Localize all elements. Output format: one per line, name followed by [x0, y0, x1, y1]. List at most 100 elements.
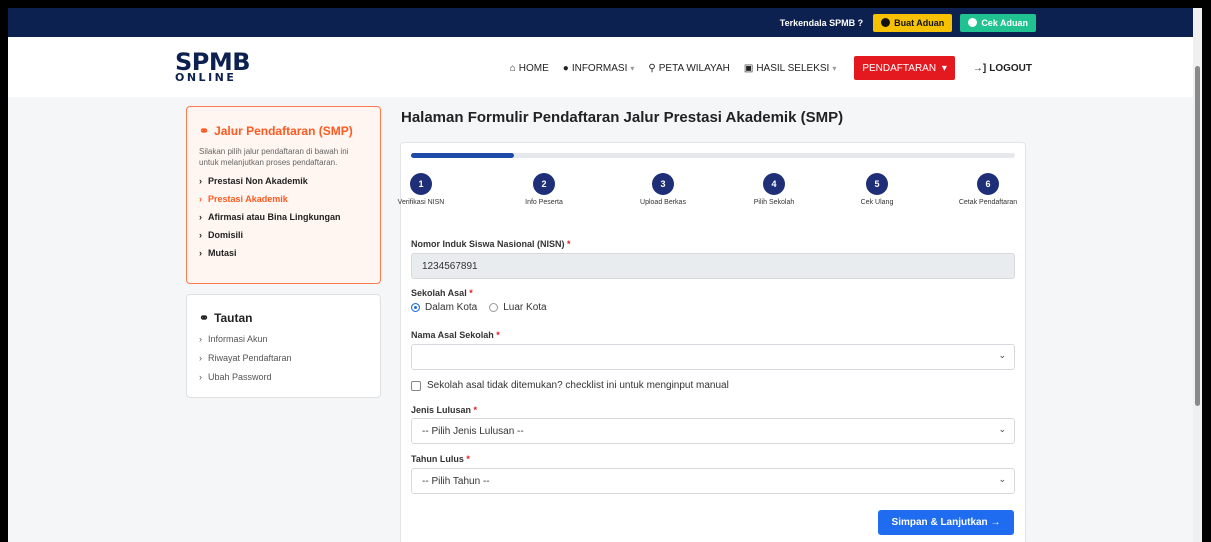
nav-informasi[interactable]: ● INFORMASI ▾ [563, 63, 635, 74]
sidebar-item-label: Afirmasi atau Bina Lingkungan [208, 212, 341, 222]
page-title: Halaman Formulir Pendaftaran Jalur Prest… [401, 109, 844, 126]
step-label: Upload Berkas [640, 199, 686, 206]
progress-fill [411, 153, 514, 158]
chevron-right-icon: › [199, 212, 202, 222]
sidebar-item-label: Mutasi [208, 248, 237, 258]
chevron-right-icon: › [199, 248, 202, 258]
sekolah-asal-label: Sekolah Asal * [411, 288, 473, 298]
sidebar-item-afirmasi[interactable]: › Afirmasi atau Bina Lingkungan [199, 212, 368, 222]
sidebar-item-label: Domisili [208, 230, 244, 240]
spmb-logo[interactable]: SPMB ONLINE [175, 50, 251, 83]
scrollbar-thumb[interactable] [1195, 66, 1200, 406]
required-mark: * [496, 330, 500, 340]
tautan-panel: ⚭ Tautan › Informasi Akun › Riwayat Pend… [186, 294, 381, 398]
home-icon: ⌂ [509, 62, 516, 74]
tahun-lulus-label: Tahun Lulus * [411, 454, 470, 464]
chevron-right-icon: › [199, 230, 202, 240]
nav-pendaftaran[interactable]: PENDAFTARAN ▾ [854, 56, 955, 80]
link-icon: ⚭ [199, 311, 210, 325]
sidebar-item-prestasi-akademik[interactable]: › Prestasi Akademik [199, 194, 368, 204]
progress-bar [411, 153, 1015, 158]
jalur-panel-title: ⚭ Jalur Pendaftaran (SMP) [199, 124, 368, 138]
nav-peta-wilayah[interactable]: ⚲ PETA WILAYAH [648, 63, 729, 74]
nisn-label-text: Nomor Induk Siswa Nasional (NISN) [411, 239, 565, 249]
chevron-down-icon: ▾ [630, 63, 635, 73]
chevron-down-icon: ⌄ [998, 474, 1006, 484]
link-ubah-password[interactable]: › Ubah Password [199, 372, 368, 382]
nav-menu: ⌂ HOME ● INFORMASI ▾ ⚲ PETA WILAYAH ▣ HA… [496, 56, 1032, 80]
step-1: 1 Verifikasi NISN [381, 173, 461, 206]
link-riwayat-pendaftaran[interactable]: › Riwayat Pendaftaran [199, 353, 368, 363]
registration-form-card: 1 Verifikasi NISN 2 Info Peserta 3 Uploa… [398, 142, 1028, 542]
buat-aduan-label: Buat Aduan [894, 17, 945, 28]
radio-luar-kota[interactable]: Luar Kota [489, 302, 547, 313]
manual-input-checkbox[interactable] [411, 380, 421, 391]
buat-aduan-button[interactable]: Buat Aduan [873, 13, 953, 32]
clipboard-icon: ▣ [743, 62, 754, 74]
step-5: 5 Cek Ulang [837, 173, 917, 206]
step-label: Cetak Pendaftaran [958, 199, 1018, 206]
chevron-right-icon: › [199, 353, 202, 363]
link-label: Ubah Password [208, 372, 272, 382]
tahun-lulus-select[interactable]: -- Pilih Tahun -- ⌄ [411, 468, 1015, 494]
chevron-right-icon: › [199, 194, 202, 204]
nav-hasil-label: HASIL SELEKSI [756, 62, 830, 74]
chevron-down-icon: ▾ [939, 62, 947, 74]
browser-viewport: Terkendala SPMB ? Buat Aduan Cek Aduan S… [8, 8, 1202, 542]
step-label: Info Peserta [525, 199, 563, 206]
sidebar-item-label: Prestasi Akademik [208, 194, 288, 204]
nav-home[interactable]: ⌂ HOME [510, 63, 549, 74]
jenis-lulusan-label-text: Jenis Lulusan [411, 405, 472, 415]
main-navbar: SPMB ONLINE ⌂ HOME ● INFORMASI ▾ ⚲ PETA … [8, 37, 1202, 97]
jalur-description: Silakan pilih jalur pendaftaran di bawah… [199, 147, 349, 167]
step-number: 1 [410, 173, 432, 195]
link-label: Riwayat Pendaftaran [208, 353, 292, 363]
nama-sekolah-label-text: Nama Asal Sekolah [411, 330, 494, 340]
link-informasi-akun[interactable]: › Informasi Akun [199, 334, 368, 344]
nisn-label: Nomor Induk Siswa Nasional (NISN) * [411, 239, 571, 249]
cek-aduan-label: Cek Aduan [981, 17, 1028, 28]
sekolah-asal-radio-group: Dalam Kota Luar Kota [411, 302, 547, 313]
step-4: 4 Pilih Sekolah [734, 173, 814, 206]
plus-circle-icon [881, 18, 891, 27]
logout-icon: →] [972, 62, 987, 74]
nav-informasi-label: INFORMASI [571, 62, 628, 74]
nav-hasil-seleksi[interactable]: ▣ HASIL SELEKSI ▾ [744, 63, 836, 74]
jenis-lulusan-value: -- Pilih Jenis Lulusan -- [422, 425, 524, 437]
nisn-value: 1234567891 [422, 260, 478, 272]
tahun-lulus-value: -- Pilih Tahun -- [422, 475, 490, 487]
sekolah-asal-label-text: Sekolah Asal [411, 288, 467, 298]
page-scrollbar[interactable] [1193, 8, 1202, 542]
simpan-lanjutkan-button[interactable]: Simpan & Lanjutkan → [878, 510, 1014, 535]
radio-dalam-kota[interactable]: Dalam Kota [411, 302, 477, 313]
radio-dalam-label: Dalam Kota [425, 302, 478, 313]
chevron-right-icon: › [199, 372, 202, 382]
info-icon: ● [562, 62, 569, 74]
jenis-lulusan-select[interactable]: -- Pilih Jenis Lulusan -- ⌄ [411, 418, 1015, 444]
manual-input-checkbox-row[interactable]: Sekolah asal tidak ditemukan? checklist … [411, 380, 729, 391]
step-number: 2 [533, 173, 555, 195]
tautan-title-text: Tautan [214, 311, 253, 325]
nama-sekolah-select[interactable]: ⌄ [411, 344, 1015, 370]
step-label: Pilih Sekolah [753, 199, 795, 206]
nav-logout[interactable]: →] LOGOUT [973, 63, 1032, 74]
top-bar: Terkendala SPMB ? Buat Aduan Cek Aduan [8, 8, 1202, 37]
sidebar-item-prestasi-non-akademik[interactable]: › Prestasi Non Akademik [199, 176, 368, 186]
tautan-title: ⚭ Tautan [199, 311, 368, 325]
link-label: Informasi Akun [208, 334, 268, 344]
nama-sekolah-label: Nama Asal Sekolah * [411, 330, 500, 340]
step-number: 3 [652, 173, 674, 195]
step-6: 6 Cetak Pendaftaran [948, 173, 1028, 206]
nisn-field[interactable]: 1234567891 [411, 253, 1015, 279]
sidebar-item-mutasi[interactable]: › Mutasi [199, 248, 368, 258]
manual-input-label: Sekolah asal tidak ditemukan? checklist … [427, 380, 729, 391]
step-3: 3 Upload Berkas [623, 173, 703, 206]
jalur-title-text: Jalur Pendaftaran (SMP) [214, 124, 353, 138]
sidebar-item-domisili[interactable]: › Domisili [199, 230, 368, 240]
chevron-down-icon: ▾ [832, 63, 837, 73]
required-mark: * [469, 288, 473, 298]
step-number: 4 [763, 173, 785, 195]
cek-aduan-button[interactable]: Cek Aduan [960, 13, 1036, 32]
map-pin-icon: ⚲ [648, 62, 656, 74]
jenis-lulusan-label: Jenis Lulusan * [411, 405, 477, 415]
